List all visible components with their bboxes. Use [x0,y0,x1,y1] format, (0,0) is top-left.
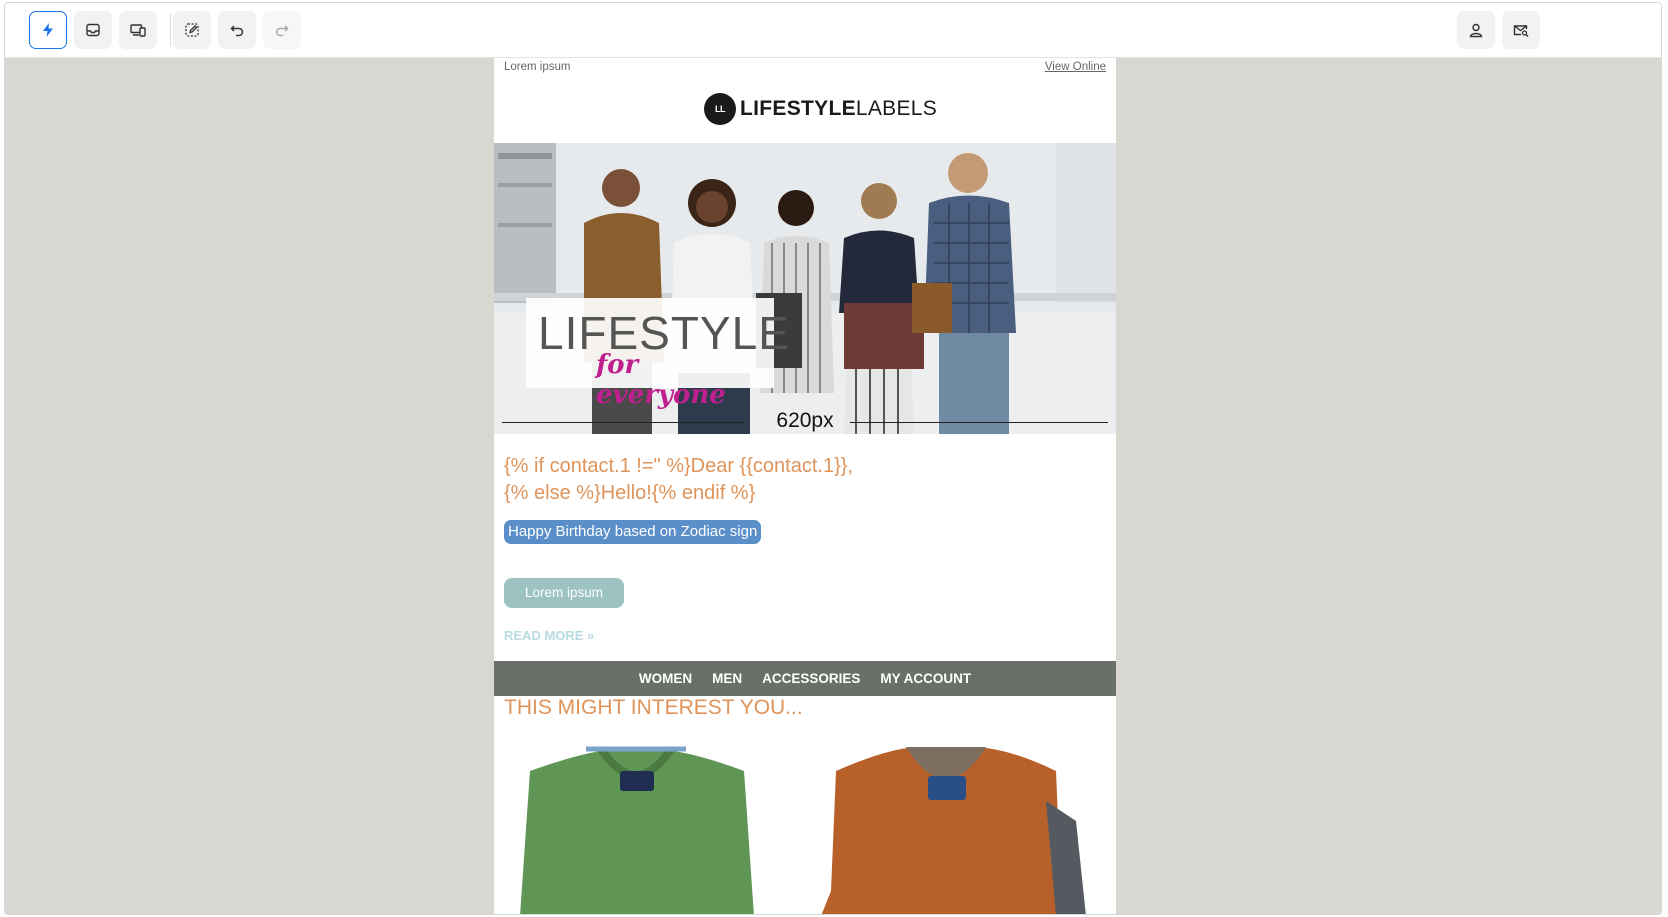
greeting-line-1: {% if contact.1 !=" %}Dear {{contact.1}}… [504,455,853,477]
nav-item-my-account[interactable]: MY ACCOUNT [880,671,971,686]
email-template: Lorem ipsum View Online LL LIFESTYLE LABE… [494,58,1116,914]
dynamic-content-tag[interactable]: Happy Birthday based on Zodiac sign [504,520,762,544]
nav-item-men[interactable]: MEN [712,671,742,686]
user-button[interactable] [1457,11,1495,49]
inbox-button[interactable] [74,11,112,49]
hero-photo [494,143,1116,434]
cta-button[interactable]: Lorem ipsum [504,578,624,608]
logo-badge: LL [704,93,736,125]
orange-sweater-image [821,747,1086,914]
logo-text-bold: LIFESTYLE [740,97,856,120]
devices-icon [130,24,146,37]
greeting-line-2: {% else %}Hello!{% endif %} [504,482,756,504]
product-orange-sweater[interactable] [816,741,1101,914]
lightning-button[interactable] [29,11,67,49]
undo-button[interactable] [218,11,256,49]
user-icon [1469,23,1483,38]
responsive-preview-button[interactable] [119,11,157,49]
mail-preview-icon [1513,25,1529,37]
logo[interactable]: LL LIFESTYLE LABELS [704,91,937,127]
email-nav-bar: WOMEN MEN ACCESSORIES MY ACCOUNT [494,661,1116,696]
mail-preview-button[interactable] [1502,11,1540,49]
product-green-sweater[interactable] [506,741,791,914]
toolbar [5,3,1661,58]
hero-image[interactable]: LIFESTYLE for everyone 620px [494,143,1116,434]
logo-text-light: LABELS [855,97,938,120]
width-label: 620px [776,409,834,432]
preheader-text[interactable]: Lorem ipsum [504,61,570,73]
edit-selection-icon [185,23,199,37]
nav-item-women[interactable]: WOMEN [639,671,692,686]
editor-window: Lorem ipsum View Online LL LIFESTYLE LABE… [4,2,1662,915]
hero-text-box: LIFESTYLE for everyone [526,298,789,410]
edit-selection-button[interactable] [173,11,211,49]
green-sweater-image [520,746,754,914]
greeting-text[interactable]: {% if contact.1 !=" %}Dear {{contact.1}}… [504,453,853,507]
redo-icon [275,25,289,37]
undo-icon [230,25,244,37]
email-canvas: Lorem ipsum View Online LL LIFESTYLE LABE… [5,58,1661,914]
read-more-link[interactable]: READ MORE » [504,628,594,643]
nav-item-accessories[interactable]: ACCESSORIES [762,671,860,686]
lightning-icon [43,23,53,37]
interest-heading[interactable]: THIS MIGHT INTEREST YOU... [504,696,803,720]
inbox-icon [86,23,100,37]
hero-subtitle: for everyone [596,350,726,410]
toolbar-separator [170,13,171,47]
view-online-link[interactable]: View Online [1045,61,1106,73]
redo-button[interactable] [263,11,301,49]
